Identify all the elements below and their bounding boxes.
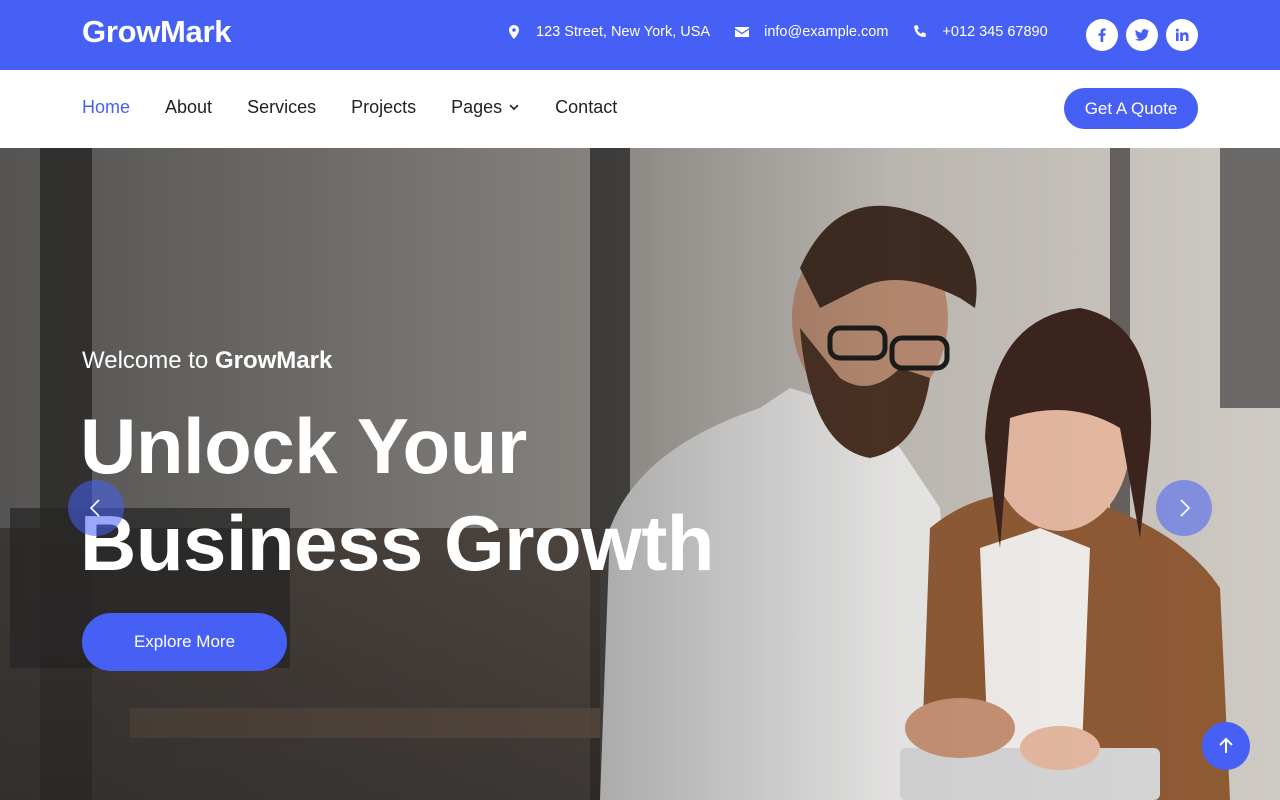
- email-item: info@example.com: [734, 24, 888, 40]
- facebook-icon: [1098, 28, 1106, 42]
- phone-item: +012 345 67890: [912, 24, 1048, 40]
- nav-item-label: About: [165, 97, 213, 117]
- explore-more-button[interactable]: Explore More: [82, 613, 287, 671]
- hero-welcome-text: Welcome to GrowMark: [82, 347, 332, 375]
- contact-info: 123 Street, New York, USA info@example.c…: [506, 24, 1072, 40]
- carousel-prev-button[interactable]: [68, 480, 124, 536]
- brand-logo[interactable]: GrowMark: [82, 14, 232, 50]
- nav-item-projects[interactable]: Projects: [351, 97, 416, 118]
- facebook-button[interactable]: [1086, 19, 1118, 51]
- hero-carousel: Welcome to GrowMark Unlock Your Business…: [0, 148, 1280, 800]
- social-links: [1086, 19, 1206, 51]
- nav-item-label: Projects: [351, 97, 417, 117]
- nav-item-pages-dropdown[interactable]: Pages: [451, 97, 520, 118]
- map-marker-icon: [509, 25, 519, 39]
- hero-headline-line-1: Unlock Your: [80, 402, 527, 490]
- main-navbar: Home About Services Projects Pages Conta…: [0, 70, 1280, 148]
- chevron-left-icon: [89, 499, 100, 517]
- nav-item-label: Home: [82, 97, 131, 117]
- top-bar: GrowMark 123 Street, New York, USA info@…: [0, 0, 1280, 70]
- linkedin-icon: [1175, 28, 1189, 41]
- nav-links: Home About Services Projects Pages Conta…: [82, 97, 652, 118]
- welcome-prefix: Welcome to: [82, 347, 209, 374]
- nav-item-services[interactable]: Services: [247, 97, 316, 118]
- nav-item-home[interactable]: Home: [82, 97, 130, 118]
- back-to-top-button[interactable]: [1202, 722, 1250, 770]
- twitter-button[interactable]: [1126, 19, 1158, 51]
- welcome-brand: GrowMark: [214, 347, 333, 374]
- address-text: 123 Street, New York, USA: [536, 24, 711, 40]
- hero-headline: Unlock Your Business Growth: [80, 398, 840, 592]
- arrow-up-icon: [1219, 737, 1233, 753]
- carousel-next-button[interactable]: [1156, 480, 1212, 536]
- twitter-icon: [1135, 29, 1149, 41]
- hero-headline-line-2: Business Growth: [80, 499, 714, 587]
- email-text[interactable]: info@example.com: [764, 24, 888, 40]
- nav-item-label: Contact: [555, 97, 618, 117]
- get-quote-button[interactable]: Get A Quote: [1064, 88, 1198, 129]
- chevron-right-icon: [1180, 499, 1191, 517]
- envelope-icon: [735, 27, 750, 37]
- nav-item-contact[interactable]: Contact: [555, 97, 617, 118]
- phone-text[interactable]: +012 345 67890: [942, 24, 1047, 40]
- chevron-down-icon: [509, 104, 519, 110]
- address-item: 123 Street, New York, USA: [506, 24, 710, 40]
- phone-icon: [914, 25, 927, 37]
- linkedin-button[interactable]: [1166, 19, 1198, 51]
- nav-item-label: Services: [247, 97, 317, 117]
- nav-item-about[interactable]: About: [165, 97, 212, 118]
- nav-item-label: Pages: [451, 97, 503, 117]
